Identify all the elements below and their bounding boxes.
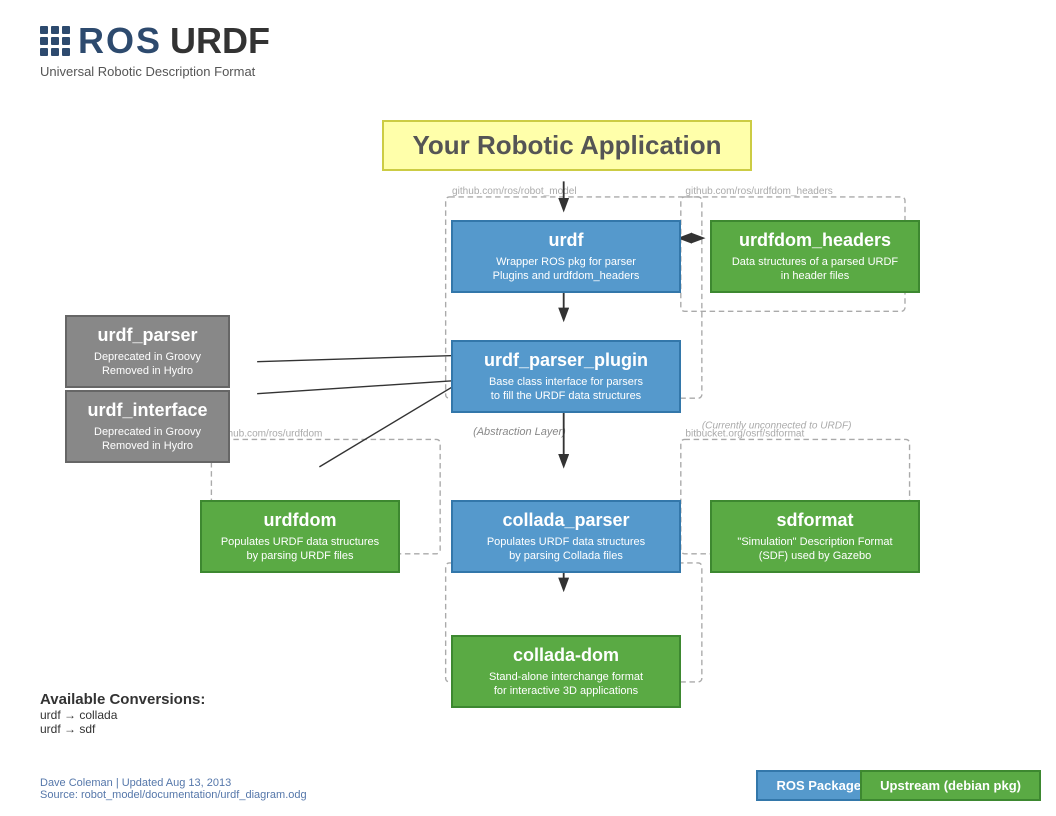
conversions-title: Available Conversions: [40,691,205,708]
urdf-title: urdf [463,230,669,252]
legend-upstream: Upstream (debian pkg) [860,770,1041,801]
box-urdfdom: urdfdom Populates URDF data structuresby… [200,500,400,573]
box-urdf: urdf Wrapper ROS pkg for parserPlugins a… [451,220,681,293]
svg-text:bitbucket.org/osrf/sdformat: bitbucket.org/osrf/sdformat [685,429,804,440]
svg-text:github.com/ros/urdfdom: github.com/ros/urdfdom [217,429,323,440]
urdf-interface-sub: Deprecated in GroovyRemoved in Hydro [77,425,218,454]
sdformat-title: sdformat [722,510,908,532]
box-collada-parser: collada_parser Populates URDF data struc… [451,500,681,573]
conversion-item-1: urdf → collada [40,708,205,722]
box-your-app: Your Robotic Application [382,120,752,171]
svg-text:(Currently unconnected to URDF: (Currently unconnected to URDF) [702,420,852,431]
urdf-parser-sub: Deprecated in GroovyRemoved in Hydro [77,350,218,379]
box-urdf-interface: urdf_interface Deprecated in GroovyRemov… [65,390,230,463]
urdfdom-title: urdfdom [212,510,388,532]
header-title: ROS URDF [40,20,270,62]
ros-grid-icon [40,26,70,56]
box-urdf-parser-plugin: urdf_parser_plugin Base class interface … [451,340,681,413]
urdf-parser-title: urdf_parser [77,325,218,347]
footer-line2: Source: robot_model/documentation/urdf_d… [40,789,307,801]
urdf-sub: Wrapper ROS pkg for parserPlugins and ur… [463,255,669,284]
svg-text:github.com/ros/urdfdom_headers: github.com/ros/urdfdom_headers [685,186,832,197]
urdf-interface-title: urdf_interface [77,400,218,422]
urdfdom-sub: Populates URDF data structuresby parsing… [212,535,388,564]
box-sdformat: sdformat "Simulation" Description Format… [710,500,920,573]
collada-parser-sub: Populates URDF data structuresby parsing… [463,535,669,564]
conversion-item-2: urdf → sdf [40,722,205,736]
collada-dom-title: collada-dom [463,645,669,667]
footer: Dave Coleman | Updated Aug 13, 2013 Sour… [40,777,307,801]
urdf-parser-plugin-title: urdf_parser_plugin [463,350,669,372]
urdfdom-headers-sub: Data structures of a parsed URDFin heade… [722,255,908,284]
footer-line1: Dave Coleman | Updated Aug 13, 2013 [40,777,307,789]
sdformat-sub: "Simulation" Description Format(SDF) use… [722,535,908,564]
box-collada-dom: collada-dom Stand-alone interchange form… [451,635,681,708]
conversions: Available Conversions: urdf → collada ur… [40,691,205,736]
diagram: github.com/ros/robot_model github.com/ro… [0,110,1056,756]
urdf-label: URDF [170,20,270,62]
svg-text:(Abstraction Layer): (Abstraction Layer) [473,426,566,438]
box-urdf-parser: urdf_parser Deprecated in GroovyRemoved … [65,315,230,388]
collada-parser-title: collada_parser [463,510,669,532]
legend-ros-label: ROS Package [776,778,861,793]
box-urdfdom-headers: urdfdom_headers Data structures of a par… [710,220,920,293]
ros-label: ROS [78,20,162,62]
svg-text:github.com/ros/robot_model: github.com/ros/robot_model [452,186,577,197]
subtitle: Universal Robotic Description Format [40,64,270,79]
collada-dom-sub: Stand-alone interchange formatfor intera… [463,670,669,699]
urdfdom-headers-title: urdfdom_headers [722,230,908,252]
legend-upstream-label: Upstream (debian pkg) [880,778,1021,793]
header: ROS URDF Universal Robotic Description F… [40,20,270,79]
urdf-parser-plugin-sub: Base class interface for parsersto fill … [463,375,669,404]
your-app-title: Your Robotic Application [394,130,740,161]
